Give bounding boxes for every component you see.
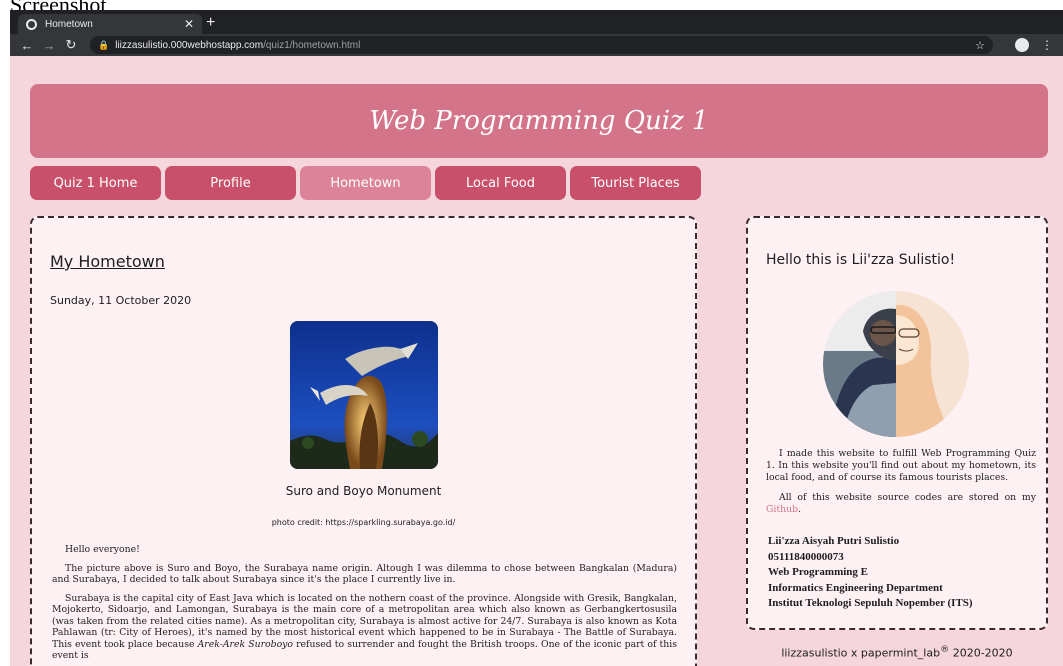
author-sidebar: Hello this is Lii'zza Sulistio! I made t…: [746, 216, 1048, 630]
back-icon[interactable]: ←: [16, 38, 38, 53]
article-emphasis: Arek-Arek Suroboyo: [197, 638, 294, 650]
reload-icon[interactable]: ↻: [60, 37, 82, 53]
new-tab-icon[interactable]: +: [206, 14, 215, 32]
author-credentials: Lii'zza Aisyah Putri Sulistio 0511184000…: [768, 534, 973, 612]
hometown-article: My Hometown Sunday, 11 October 2020 Suro…: [30, 216, 697, 666]
article-paragraph-1: Hello everyone!: [65, 544, 140, 555]
about-text: I made this website to fulfill Web Progr…: [766, 448, 1036, 524]
github-link[interactable]: Github: [766, 504, 798, 515]
tab-bar: Hometown ✕ +: [10, 10, 1063, 34]
image-caption: Suro and Boyo Monument: [285, 484, 442, 498]
suro-boyo-monument-image: [290, 321, 438, 469]
globe-icon: [26, 18, 37, 30]
article-paragraph-3: Surabaya is the capital city of East Jav…: [52, 593, 677, 662]
nav-quiz1-home[interactable]: Quiz 1 Home: [30, 166, 161, 200]
article-date: Sunday, 11 October 2020: [50, 294, 192, 307]
page-viewport: Web Programming Quiz 1 Quiz 1 Home Profi…: [10, 56, 1063, 666]
photo-credit: photo credit: https://sparkling.surabaya…: [271, 518, 456, 527]
author-avatar: [823, 291, 969, 437]
about-paragraph-2-text: All of this website source codes are sto…: [779, 492, 1036, 503]
article-body: Hello everyone! The picture above is Sur…: [52, 544, 677, 666]
nav-local-food[interactable]: Local Food: [435, 166, 566, 200]
footer-text: liizzasulistio x papermint_lab: [781, 646, 941, 660]
about-paragraph-2-end: .: [798, 504, 802, 515]
site-footer: liizzasulistio x papermint_lab® 2020-202…: [746, 644, 1048, 660]
article-title: My Hometown: [50, 252, 165, 271]
department-name: Informatics Engineering Department: [768, 581, 943, 594]
site-navbar: Quiz 1 Home Profile Hometown Local Food …: [30, 166, 701, 200]
close-tab-icon[interactable]: ✕: [184, 17, 194, 31]
site-title: Web Programming Quiz 1: [369, 106, 709, 136]
profile-avatar-icon[interactable]: [1015, 38, 1029, 52]
student-id: 05111840000073: [768, 550, 844, 563]
course-name: Web Programming E: [768, 566, 869, 578]
about-paragraph-1: I made this website to fulfill Web Progr…: [766, 448, 1036, 483]
article-paragraph-2: The picture above is Suro and Boyo, the …: [52, 562, 677, 586]
footer-years: 2020-2020: [949, 646, 1013, 660]
sidebar-greeting: Hello this is Lii'zza Sulistio!: [766, 252, 956, 268]
institute-name: Institut Teknologi Sepuluh Nopember (ITS…: [768, 597, 973, 609]
menu-dots-icon[interactable]: ⋮: [1041, 38, 1053, 52]
nav-tourist-places[interactable]: Tourist Places: [570, 166, 701, 200]
browser-window: Hometown ✕ + ← → ↻ 🔒 liizzasulistio.000w…: [10, 10, 1063, 666]
site-banner: Web Programming Quiz 1: [30, 84, 1048, 158]
bookmark-star-icon[interactable]: ☆: [975, 39, 985, 52]
browser-tab[interactable]: Hometown ✕: [18, 14, 202, 34]
registered-mark: ®: [940, 644, 950, 655]
url-domain: liizzasulistio.000webhostapp.com: [115, 39, 264, 51]
nav-hometown[interactable]: Hometown: [300, 166, 431, 200]
address-bar[interactable]: 🔒 liizzasulistio.000webhostapp.com/quiz1…: [90, 36, 993, 54]
forward-icon[interactable]: →: [38, 38, 60, 53]
browser-toolbar: ← → ↻ 🔒 liizzasulistio.000webhostapp.com…: [10, 34, 1063, 56]
lock-icon: 🔒: [98, 39, 110, 50]
nav-profile[interactable]: Profile: [165, 166, 296, 200]
about-paragraph-2: All of this website source codes are sto…: [766, 492, 1036, 516]
author-name: Lii'zza Aisyah Putri Sulistio: [768, 535, 900, 547]
url-path: /quiz1/hometown.html: [263, 39, 361, 51]
tab-title: Hometown: [45, 18, 93, 30]
